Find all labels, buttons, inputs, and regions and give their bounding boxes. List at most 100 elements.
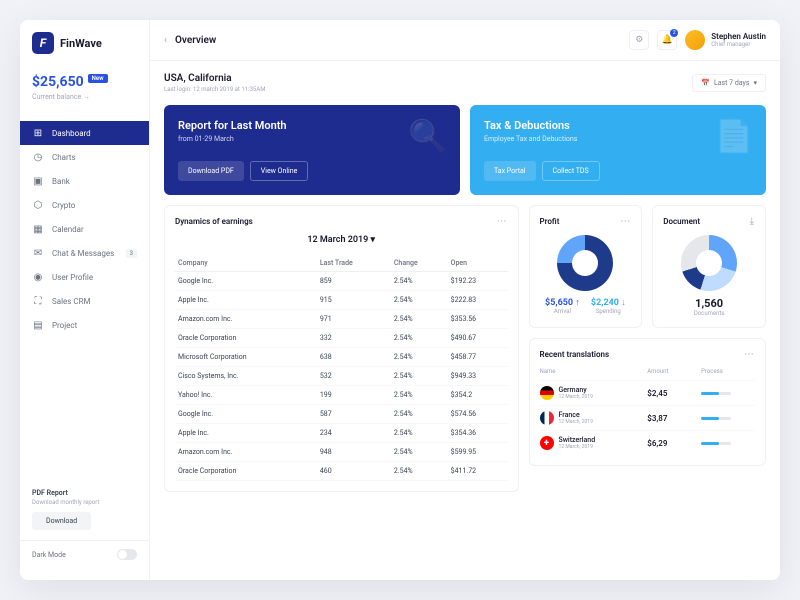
- document-count: 1,560: [663, 297, 755, 310]
- earnings-date-select[interactable]: 12 March 2019 ▾: [175, 235, 508, 245]
- sidebar-item-chat-messages[interactable]: ✉Chat & Messages3: [20, 241, 149, 265]
- document-icon: 📄: [714, 117, 754, 155]
- table-row[interactable]: Microsoft Corporation6382.54%$458.77: [175, 348, 508, 367]
- earnings-panel: Dynamics of earnings ⋯ 12 March 2019 ▾ C…: [164, 205, 519, 492]
- amount: $2,45: [647, 389, 701, 398]
- nav-icon: ◉: [32, 271, 44, 283]
- spending-value: $2,240 ↓: [591, 297, 626, 308]
- table-row[interactable]: Apple Inc.2342.54%$354.36: [175, 424, 508, 443]
- balance-label[interactable]: Current balance →: [32, 93, 137, 101]
- profit-panel: Profit ⋯ $5,650 ↑Arrival $2,240 ↓Spendin…: [529, 205, 643, 328]
- view-online-button[interactable]: View Online: [250, 161, 309, 181]
- more-icon[interactable]: ⋯: [497, 216, 508, 227]
- location: USA, California: [164, 73, 265, 84]
- column-header: Last Trade: [317, 255, 391, 272]
- last-login: Last login: 12 march 2019 at 11:35AM: [164, 86, 265, 93]
- nav-icon: ⊞: [32, 127, 44, 139]
- earnings-title: Dynamics of earnings: [175, 217, 253, 226]
- download-icon[interactable]: ⤓: [750, 216, 755, 227]
- dark-mode-toggle[interactable]: [117, 549, 137, 560]
- tax-portal-button[interactable]: Tax Portal: [484, 161, 536, 181]
- profit-donut-chart: [557, 235, 613, 291]
- content-area: USA, California Last login: 12 march 201…: [150, 61, 780, 580]
- document-title: Document: [663, 217, 700, 226]
- more-icon[interactable]: ⋯: [744, 349, 755, 360]
- flag-icon: [540, 386, 554, 400]
- back-icon[interactable]: ‹: [164, 35, 167, 46]
- arrival-value: $5,650 ↑: [545, 297, 580, 308]
- pdf-report-section: PDF Report Download monthly report Downl…: [20, 479, 149, 540]
- sidebar-item-dashboard[interactable]: ⊞Dashboard: [20, 121, 149, 145]
- report-subtitle: from 01-29 March: [178, 135, 446, 143]
- table-row[interactable]: Google Inc.8592.54%$192.23: [175, 272, 508, 291]
- logo[interactable]: F FinWave: [20, 32, 149, 66]
- amount: $3,87: [647, 414, 701, 423]
- notification-icon[interactable]: 🔔2: [657, 30, 677, 50]
- user-name: Stephen Austin: [711, 32, 766, 41]
- download-pdf-button[interactable]: Download PDF: [178, 161, 244, 181]
- nav-icon: ◷: [32, 151, 44, 163]
- pdf-subtitle: Download monthly report: [32, 499, 137, 506]
- badge: 3: [126, 249, 137, 258]
- tax-card: Tax & Debuctions Employee Tax and Debuct…: [470, 105, 766, 195]
- tax-title: Tax & Debuctions: [484, 119, 752, 132]
- table-row[interactable]: Cisco Systems, Inc.5322.54%$949.33: [175, 367, 508, 386]
- report-title: Report for Last Month: [178, 119, 446, 132]
- table-row[interactable]: Yahoo! Inc.1992.54%$354.2: [175, 386, 508, 405]
- nav-icon: ▤: [32, 319, 44, 331]
- progress-bar: [701, 392, 731, 395]
- flag-icon: [540, 436, 554, 450]
- table-row[interactable]: Oracle Corporation3322.54%$490.67: [175, 329, 508, 348]
- table-row[interactable]: Google Inc.5872.54%$574.56: [175, 405, 508, 424]
- notif-count: 2: [670, 29, 678, 37]
- page-title: Overview: [175, 35, 621, 46]
- nav-icon: ▦: [32, 223, 44, 235]
- sidebar-item-bank[interactable]: ▣Bank: [20, 169, 149, 193]
- main-content: ‹ Overview ⚙ 🔔2 Stephen Austin Chief man…: [150, 20, 780, 580]
- nav-icon: ⬡: [32, 199, 44, 211]
- translation-row[interactable]: Germany12 March, 2019$2,45: [540, 380, 756, 405]
- balance-amount: $25,650: [32, 74, 84, 90]
- earnings-table: CompanyLast TradeChangeOpen Google Inc.8…: [175, 255, 508, 481]
- right-column: Profit ⋯ $5,650 ↑Arrival $2,240 ↓Spendin…: [529, 205, 767, 492]
- translation-row[interactable]: Switzerland12 March, 2019$6,29: [540, 430, 756, 455]
- table-row[interactable]: Amazon.com Inc.9712.54%$353.56: [175, 310, 508, 329]
- document-panel: Document ⤓ 1,560 Documents: [652, 205, 766, 328]
- report-card: Report for Last Month from 01-29 March D…: [164, 105, 460, 195]
- column-header: Company: [175, 255, 317, 272]
- pdf-title: PDF Report: [32, 489, 137, 497]
- user-profile[interactable]: Stephen Austin Chief manager: [685, 30, 766, 50]
- location-row: USA, California Last login: 12 march 201…: [164, 73, 766, 93]
- sidebar-item-charts[interactable]: ◷Charts: [20, 145, 149, 169]
- translation-row[interactable]: France12 March, 2019$3,87: [540, 405, 756, 430]
- sidebar-item-user-profile[interactable]: ◉User Profile: [20, 265, 149, 289]
- magnify-icon: 🔍: [408, 117, 448, 155]
- sidebar-item-project[interactable]: ▤Project: [20, 313, 149, 337]
- settings-icon[interactable]: ⚙: [629, 30, 649, 50]
- logo-icon: F: [32, 32, 54, 54]
- nav-icon: ⛶: [32, 295, 44, 307]
- brand-name: FinWave: [60, 37, 102, 50]
- more-icon[interactable]: ⋯: [620, 216, 631, 227]
- sidebar: F FinWave $25,650 New Current balance → …: [20, 20, 150, 580]
- date-range-select[interactable]: 📅 Last 7 days ▾: [692, 74, 766, 92]
- hero-cards: Report for Last Month from 01-29 March D…: [164, 105, 766, 195]
- sidebar-item-calendar[interactable]: ▦Calendar: [20, 217, 149, 241]
- panels-row: Dynamics of earnings ⋯ 12 March 2019 ▾ C…: [164, 205, 766, 492]
- table-row[interactable]: Amazon.com Inc.9482.54%$599.95: [175, 443, 508, 462]
- user-role: Chief manager: [711, 41, 766, 48]
- profit-title: Profit: [540, 217, 560, 226]
- download-pdf-button[interactable]: Download: [32, 512, 91, 530]
- nav-icon: ▣: [32, 175, 44, 187]
- translations-title: Recent translations: [540, 350, 610, 359]
- balance-badge: New: [88, 74, 108, 83]
- sidebar-item-sales-crm[interactable]: ⛶Sales CRM: [20, 289, 149, 313]
- dark-mode-row: Dark Mode: [20, 540, 149, 568]
- flag-icon: [540, 411, 554, 425]
- column-header: Open: [448, 255, 508, 272]
- table-row[interactable]: Oracle Corporation4602.54%$411.72: [175, 462, 508, 481]
- sidebar-item-crypto[interactable]: ⬡Crypto: [20, 193, 149, 217]
- collect-tds-button[interactable]: Collect TDS: [542, 161, 600, 181]
- app-window: F FinWave $25,650 New Current balance → …: [20, 20, 780, 580]
- table-row[interactable]: Apple Inc.9152.54%$222.83: [175, 291, 508, 310]
